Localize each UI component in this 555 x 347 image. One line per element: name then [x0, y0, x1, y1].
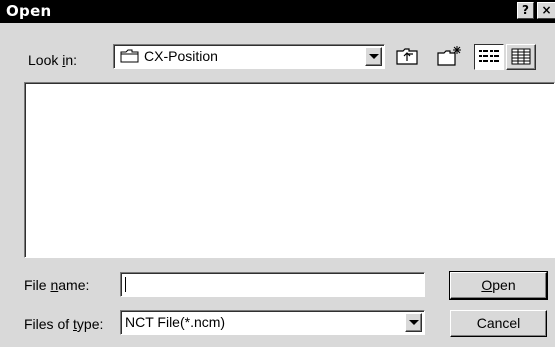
look-in-dropdown-button[interactable] — [365, 47, 382, 66]
title-bar[interactable]: Open ? × — [0, 0, 555, 23]
text-caret — [125, 277, 126, 292]
file-list-view[interactable] — [24, 82, 555, 258]
files-of-type-label: Files of type: — [24, 315, 103, 333]
look-in-value: CX-Position — [144, 48, 218, 64]
file-name-label: File name: — [24, 276, 89, 294]
open-button-label: pen — [492, 277, 516, 293]
create-new-folder-icon — [437, 46, 461, 66]
file-name-input[interactable] — [120, 272, 425, 297]
look-in-label-prefix: Look — [28, 52, 63, 68]
files-of-type-label-prefix: Files of — [24, 316, 74, 332]
look-in-combobox[interactable]: CX-Position — [113, 44, 385, 69]
cancel-button[interactable]: Cancel — [450, 310, 547, 337]
close-button[interactable]: × — [537, 2, 555, 19]
folder-icon — [120, 49, 139, 63]
look-in-label-suffix: n: — [65, 52, 78, 68]
files-of-type-label-suffix: ype: — [76, 316, 104, 332]
files-of-type-combobox[interactable]: NCT File(*.ncm) — [120, 310, 425, 335]
open-button[interactable]: Open — [449, 271, 548, 300]
open-dialog: Open ? × Look in: CX-Position File name:… — [0, 0, 555, 347]
details-view-button[interactable] — [506, 44, 536, 70]
open-button-accel: O — [481, 277, 493, 293]
up-one-level-button[interactable] — [394, 44, 420, 68]
chevron-down-icon — [369, 54, 379, 59]
details-view-icon — [511, 48, 531, 65]
up-one-level-icon — [396, 48, 418, 65]
list-view-icon — [479, 50, 499, 62]
chevron-down-icon — [409, 320, 419, 325]
files-of-type-dropdown-button[interactable] — [405, 313, 422, 332]
file-name-label-prefix: File — [24, 277, 51, 293]
file-name-label-suffix: ame: — [58, 277, 90, 293]
list-view-button[interactable] — [474, 44, 504, 70]
help-icon: ? — [522, 3, 529, 17]
look-in-label: Look in: — [28, 51, 77, 69]
cancel-button-label: Cancel — [476, 315, 521, 331]
help-button[interactable]: ? — [517, 2, 534, 19]
close-icon: × — [541, 3, 552, 17]
files-of-type-value: NCT File(*.ncm) — [125, 314, 226, 330]
create-new-folder-button[interactable] — [435, 44, 463, 68]
window-title: Open — [6, 2, 52, 20]
